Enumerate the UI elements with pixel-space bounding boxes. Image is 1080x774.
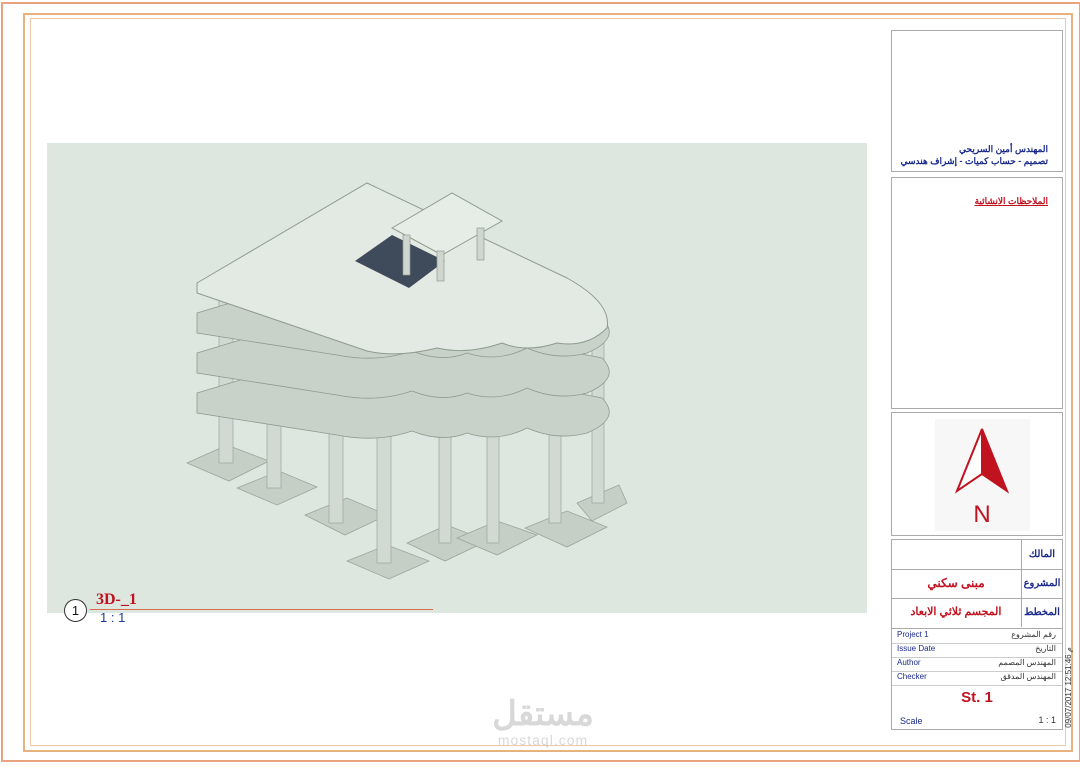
meta-row: Checker المهندس المدقق [892, 671, 1062, 686]
north-label: N [973, 501, 990, 528]
north-arrow-box: N [935, 419, 1030, 531]
structural-notes-panel: الملاحظات الانشائية [891, 177, 1063, 409]
meta-en: Project 1 [897, 630, 929, 639]
timestamp-text: 09/07/2017 12:51:46 م [1063, 647, 1073, 728]
3d-building-model [186, 182, 628, 580]
project-info-panel: المالك مبنى سكني المشروع المجسم ثلاثي ال… [891, 539, 1063, 629]
drawing-value: المجسم ثلاثي الابعاد [910, 606, 1002, 618]
sheet-meta-panel: Project 1 رقم المشروع Issue Date التاريخ… [891, 628, 1063, 730]
drawing-label: المخطط [1021, 598, 1062, 627]
owner-label: المالك [1021, 540, 1062, 569]
owner-row: المالك [892, 540, 1062, 570]
meta-en: Author [897, 658, 921, 667]
engineer-services: تصميم - حساب كميات - إشراف هندسي [900, 156, 1048, 166]
view-title-underline [90, 609, 433, 610]
engineer-name: المهندس أمين السريحي [959, 144, 1048, 154]
watermark-arabic: مستقل [492, 695, 594, 733]
meta-ar: المهندس المدقق [1000, 672, 1056, 681]
meta-en: Checker [897, 672, 927, 681]
drawing-row: المجسم ثلاثي الابعاد المخطط [892, 598, 1062, 627]
meta-en: Issue Date [897, 644, 936, 653]
meta-row: Issue Date التاريخ [892, 643, 1062, 658]
meta-ar: المهندس المصمم [998, 658, 1056, 667]
engineer-panel: المهندس أمين السريحي تصميم - حساب كميات … [891, 30, 1063, 172]
stair-column [402, 234, 411, 276]
notes-title: الملاحظات الانشائية [974, 196, 1048, 206]
view-scale: 1 : 1 [100, 610, 126, 625]
project-row: مبنى سكني المشروع [892, 569, 1062, 599]
footing [304, 497, 388, 536]
project-label: المشروع [1021, 569, 1062, 598]
sheet-number: St. 1 [961, 689, 993, 706]
owner-value [892, 540, 1020, 569]
project-value: مبنى سكني [927, 576, 985, 590]
scale-label: Scale [900, 716, 923, 726]
view-number-circle: 1 [64, 599, 87, 622]
watermark: مستقل mostaql.com [468, 694, 618, 754]
watermark-latin: mostaql.com [497, 732, 589, 748]
view-title: 3D-_1 [96, 591, 137, 608]
north-arrow-panel: N [891, 412, 1063, 536]
meta-row: Author المهندس المصمم [892, 657, 1062, 672]
north-arrow-icon: N [954, 428, 1010, 528]
meta-ar: رقم المشروع [1011, 630, 1056, 639]
scale-value: 1 : 1 [1038, 715, 1056, 725]
meta-row: Project 1 رقم المشروع [892, 629, 1062, 644]
stair-column [476, 227, 485, 261]
meta-ar: التاريخ [1035, 644, 1056, 653]
stair-column [436, 250, 445, 282]
print-timestamp: 09/07/2017 12:51:46 م [1063, 645, 1078, 730]
